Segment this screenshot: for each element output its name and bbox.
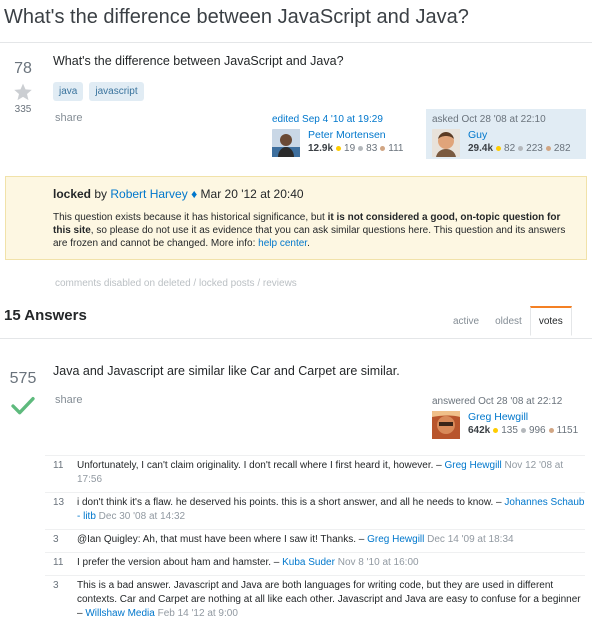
comment-user-link[interactable]: Willshaw Media bbox=[85, 608, 154, 619]
accepted-check-icon bbox=[11, 397, 35, 415]
comment-text: i don't think it's a flaw. he deserved h… bbox=[77, 497, 505, 508]
comment-text: Unfortunately, I can't claim originality… bbox=[77, 460, 445, 471]
answered-signature: answered Oct 28 '08 at 22:12 Greg Hewgil… bbox=[432, 396, 578, 443]
answer-comments: 11 Unfortunately, I can't claim original… bbox=[45, 455, 585, 626]
comment-body: I prefer the version about ham and hamst… bbox=[69, 556, 585, 570]
comment-score: 11 bbox=[53, 460, 64, 471]
notice-text-end: . bbox=[307, 238, 310, 249]
asker-rep: 29.4k bbox=[468, 143, 494, 154]
bronze-badge-icon bbox=[380, 146, 386, 151]
answerer-reputation: 642k 135 996 1151 bbox=[468, 425, 578, 436]
comment-text: I prefer the version about ham and hamst… bbox=[77, 557, 283, 568]
answer-share-link[interactable]: share bbox=[55, 394, 83, 406]
asker-gold-count: 82 bbox=[504, 143, 516, 154]
comment-item: 11 I prefer the version about ham and ha… bbox=[45, 552, 585, 575]
locked-notice-text: This question exists because it has hist… bbox=[53, 211, 574, 250]
help-center-link[interactable]: help center bbox=[258, 238, 307, 249]
silver-badge-icon bbox=[518, 146, 524, 151]
answer-sort-tabs: active oldest votes bbox=[445, 306, 572, 336]
comment-score: 3 bbox=[53, 580, 59, 591]
answerer-avatar[interactable] bbox=[432, 411, 464, 443]
favorite-star-icon[interactable] bbox=[13, 82, 33, 102]
comment-date[interactable]: Nov 8 '10 at 16:00 bbox=[335, 557, 419, 568]
comment-date[interactable]: Feb 14 '12 at 9:00 bbox=[155, 608, 238, 619]
locked-by-text: by bbox=[91, 187, 111, 201]
moderator-link[interactable]: Robert Harvey bbox=[110, 187, 187, 201]
comment-text: @Ian Quigley: Ah, that must have been wh… bbox=[77, 534, 368, 545]
bronze-badge-icon bbox=[548, 428, 554, 433]
question-share-link[interactable]: share bbox=[55, 112, 83, 124]
question-vote-count: 78 bbox=[14, 60, 32, 77]
question-vote-cell: 78 335 bbox=[3, 60, 43, 115]
locked-notice-header: locked by Robert Harvey ♦ Mar 20 '12 at … bbox=[53, 187, 574, 201]
tab-oldest[interactable]: oldest bbox=[487, 306, 530, 336]
silver-badge-icon bbox=[520, 428, 526, 433]
editor-silver-count: 83 bbox=[366, 143, 378, 154]
comment-body: i don't think it's a flaw. he deserved h… bbox=[69, 496, 585, 524]
favorite-count: 335 bbox=[14, 104, 32, 115]
edited-timestamp[interactable]: edited Sep 4 '10 at 19:29 bbox=[272, 114, 403, 125]
asked-signature: asked Oct 28 '08 at 22:10 Guy 29.4k 82 2… bbox=[432, 114, 571, 161]
answers-count-heading: 15 Answers bbox=[4, 307, 87, 324]
comment-score: 13 bbox=[53, 497, 65, 508]
asked-timestamp: asked Oct 28 '08 at 22:10 bbox=[432, 114, 546, 125]
bronze-badge-icon bbox=[545, 146, 551, 151]
comment-body: Unfortunately, I can't claim originality… bbox=[69, 459, 585, 487]
answers-divider bbox=[0, 338, 592, 339]
comment-item: 3 This is a bad answer. Javascript and J… bbox=[45, 575, 585, 626]
asker-bronze-count: 282 bbox=[553, 143, 571, 154]
gold-badge-icon bbox=[336, 146, 342, 151]
editor-reputation: 12.9k 19 83 111 bbox=[308, 143, 403, 154]
comment-date[interactable]: Dec 14 '09 at 18:34 bbox=[424, 534, 513, 545]
comment-date[interactable]: Dec 30 '08 at 14:32 bbox=[96, 511, 185, 522]
asker-avatar[interactable] bbox=[432, 129, 464, 161]
edited-signature: edited Sep 4 '10 at 19:29 Peter Mortense… bbox=[272, 114, 403, 161]
answerer-gold-count: 135 bbox=[501, 425, 518, 436]
editor-avatar[interactable] bbox=[272, 129, 304, 161]
editor-rep: 12.9k bbox=[308, 143, 334, 154]
locked-notice: locked by Robert Harvey ♦ Mar 20 '12 at … bbox=[5, 176, 587, 260]
asker-silver-count: 223 bbox=[526, 143, 543, 154]
locked-date: Mar 20 '12 at 20:40 bbox=[197, 187, 304, 201]
moderator-diamond-icon: ♦ bbox=[187, 187, 198, 201]
comment-item: 11 Unfortunately, I can't claim original… bbox=[45, 455, 585, 492]
answer-body: Java and Javascript are similar like Car… bbox=[53, 364, 400, 378]
silver-badge-icon bbox=[358, 146, 364, 151]
comment-item: 13 i don't think it's a flaw. he deserve… bbox=[45, 492, 585, 529]
comment-user-link[interactable]: Greg Hewgill bbox=[367, 534, 424, 545]
answer-vote-count: 575 bbox=[9, 370, 37, 387]
asker-name-link[interactable]: Guy bbox=[468, 129, 571, 141]
notice-text-part: This question exists because it has hist… bbox=[53, 212, 328, 223]
comment-item: 3 @Ian Quigley: Ah, that must have been … bbox=[45, 529, 585, 552]
answer-vote-cell: 575 bbox=[3, 370, 43, 416]
editor-bronze-count: 111 bbox=[388, 143, 404, 154]
gold-badge-icon bbox=[493, 428, 499, 433]
answerer-silver-count: 996 bbox=[528, 425, 546, 436]
editor-name-link[interactable]: Peter Mortensen bbox=[308, 129, 403, 141]
comment-score: 11 bbox=[53, 557, 64, 568]
answerer-bronze-count: 1151 bbox=[556, 425, 579, 436]
tab-active[interactable]: active bbox=[445, 306, 487, 336]
question-tags: java javascript bbox=[53, 82, 144, 101]
asker-reputation: 29.4k 82 223 282 bbox=[468, 143, 571, 154]
tag-java[interactable]: java bbox=[53, 82, 84, 101]
title-divider bbox=[0, 42, 592, 43]
editor-gold-count: 19 bbox=[344, 143, 356, 154]
page-title[interactable]: What's the difference between JavaScript… bbox=[4, 6, 469, 29]
gold-badge-icon bbox=[496, 146, 502, 151]
question-body: What's the difference between JavaScript… bbox=[53, 54, 344, 68]
locked-label: locked bbox=[53, 187, 92, 201]
tab-votes[interactable]: votes bbox=[529, 306, 572, 336]
comment-score: 3 bbox=[53, 534, 59, 545]
answerer-rep: 642k bbox=[468, 425, 491, 436]
comment-body: This is a bad answer. Javascript and Jav… bbox=[69, 579, 585, 621]
comment-body: @Ian Quigley: Ah, that must have been wh… bbox=[69, 533, 585, 547]
comment-user-link[interactable]: Kuba Suder bbox=[282, 557, 335, 568]
tag-javascript[interactable]: javascript bbox=[89, 82, 144, 101]
comments-disabled-note: comments disabled on deleted / locked po… bbox=[55, 278, 297, 289]
comment-user-link[interactable]: Greg Hewgill bbox=[445, 460, 502, 471]
answered-timestamp: answered Oct 28 '08 at 22:12 bbox=[432, 396, 563, 407]
answerer-name-link[interactable]: Greg Hewgill bbox=[468, 411, 578, 423]
